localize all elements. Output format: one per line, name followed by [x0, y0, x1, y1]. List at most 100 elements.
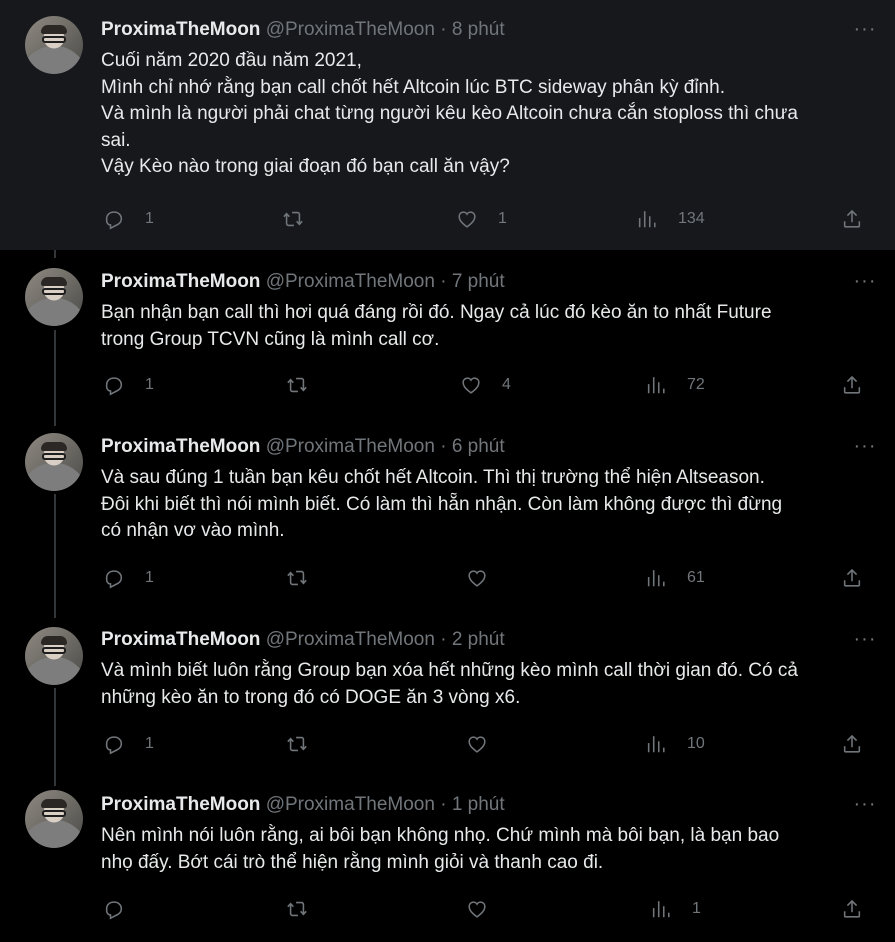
views-count: 10	[687, 735, 705, 752]
like-count: 4	[502, 376, 511, 393]
heart-icon	[466, 733, 488, 755]
views-chart-icon	[645, 374, 667, 396]
tweet-actions: 1 1 134	[0, 208, 895, 232]
avatar[interactable]	[25, 627, 83, 685]
views-button[interactable]: 1	[650, 898, 701, 920]
retweet-icon	[282, 208, 304, 230]
reply-icon	[103, 733, 125, 755]
more-dots-icon[interactable]: ···	[852, 436, 878, 459]
user-handle[interactable]: @ProximaTheMoon	[266, 271, 435, 292]
like-button[interactable]	[466, 898, 508, 920]
tweet-text: Và sau đúng 1 tuần bạn kêu chốt hết Altc…	[101, 465, 871, 545]
retweet-button[interactable]	[286, 733, 328, 755]
retweet-button[interactable]	[286, 567, 328, 589]
tweet[interactable]: ProximaTheMoon @ProximaTheMoon · 7 phút …	[0, 252, 895, 417]
display-name[interactable]: ProximaTheMoon	[101, 794, 260, 815]
tweet[interactable]: ProximaTheMoon @ProximaTheMoon · 2 phút …	[0, 611, 895, 776]
user-handle[interactable]: @ProximaTheMoon	[266, 794, 435, 815]
display-name[interactable]: ProximaTheMoon	[101, 271, 260, 292]
tweet[interactable]: ProximaTheMoon @ProximaTheMoon · 6 phút …	[0, 417, 895, 611]
views-button[interactable]: 134	[636, 208, 705, 230]
timestamp[interactable]: 8 phút	[452, 19, 505, 40]
views-button[interactable]: 61	[645, 567, 705, 589]
tweet-text-line: Và mình là người phải chat từng người kê…	[101, 103, 798, 124]
tweet-actions: 1	[0, 898, 895, 922]
like-button[interactable]: 1	[456, 208, 507, 230]
tweet-text-line: Bạn nhận bạn call thì hơi quá đáng rồi đ…	[101, 302, 772, 323]
reply-icon	[103, 208, 125, 230]
timestamp[interactable]: 6 phút	[452, 436, 505, 457]
reply-button[interactable]: 1	[103, 208, 154, 230]
reply-button[interactable]: 1	[103, 374, 154, 396]
retweet-button[interactable]	[286, 898, 328, 920]
display-name[interactable]: ProximaTheMoon	[101, 19, 260, 40]
user-handle[interactable]: @ProximaTheMoon	[266, 629, 435, 650]
reply-icon	[103, 567, 125, 589]
tweet-text-line: Mình chỉ nhớ rằng bạn call chốt hết Altc…	[101, 76, 725, 98]
like-count: 1	[498, 210, 507, 227]
share-icon	[841, 374, 863, 396]
tweet-text-line: Và mình biết luôn rằng Group bạn xóa hết…	[101, 660, 798, 681]
views-chart-icon	[650, 898, 672, 920]
tweet-text: Bạn nhận bạn call thì hơi quá đáng rồi đ…	[101, 300, 871, 353]
retweet-icon	[286, 374, 308, 396]
tweet-actions: 1 10	[0, 733, 895, 757]
reply-icon	[103, 898, 125, 920]
share-button[interactable]	[841, 733, 863, 755]
tweet-header: ProximaTheMoon @ProximaTheMoon · 8 phút	[101, 19, 505, 41]
retweet-button[interactable]	[282, 208, 324, 230]
reply-icon	[103, 374, 125, 396]
tweet-text-line: Vậy Kèo nào trong giai đoạn đó bạn call …	[101, 156, 510, 177]
timestamp[interactable]: 1 phút	[452, 794, 505, 815]
like-button[interactable]: 4	[460, 374, 511, 396]
display-name[interactable]: ProximaTheMoon	[101, 436, 260, 457]
timestamp[interactable]: 7 phút	[452, 271, 505, 292]
tweet-text-line: trong Group TCVN cũng là mình call cơ.	[101, 328, 440, 350]
avatar[interactable]	[25, 433, 83, 491]
tweet[interactable]: ProximaTheMoon @ProximaTheMoon · 1 phút …	[0, 776, 895, 942]
like-button[interactable]	[466, 733, 508, 755]
heart-icon	[456, 208, 478, 230]
display-name[interactable]: ProximaTheMoon	[101, 629, 260, 650]
avatar[interactable]	[25, 790, 83, 848]
separator: ·	[440, 794, 447, 815]
tweet-text-line: những kèo ăn to trong đó có DOGE ăn 3 vò…	[101, 686, 521, 708]
user-handle[interactable]: @ProximaTheMoon	[266, 436, 435, 457]
tweet-text: Nên mình nói luôn rằng, ai bôi bạn không…	[101, 823, 871, 876]
separator: ·	[440, 271, 447, 292]
more-dots-icon[interactable]: ···	[852, 794, 878, 817]
like-button[interactable]	[466, 567, 508, 589]
user-handle[interactable]: @ProximaTheMoon	[266, 19, 435, 40]
share-button[interactable]	[841, 374, 863, 396]
views-button[interactable]: 72	[645, 374, 705, 396]
share-icon	[841, 733, 863, 755]
more-dots-icon[interactable]: ···	[852, 19, 878, 42]
reply-button[interactable]: 1	[103, 567, 154, 589]
views-count: 72	[687, 376, 705, 393]
avatar[interactable]	[25, 268, 83, 326]
tweet-header: ProximaTheMoon @ProximaTheMoon · 1 phút	[101, 794, 505, 816]
reply-count: 1	[145, 569, 154, 586]
tweet-text-line: có nhận vơ vào mình.	[101, 520, 285, 541]
views-count: 1	[692, 900, 701, 917]
retweet-button[interactable]	[286, 374, 328, 396]
reply-count: 1	[145, 376, 154, 393]
share-icon	[841, 567, 863, 589]
share-button[interactable]	[841, 208, 863, 230]
reply-button[interactable]	[103, 898, 145, 920]
retweet-icon	[286, 898, 308, 920]
tweet-text: Cuối năm 2020 đầu năm 2021, Mình chỉ nhớ…	[101, 48, 871, 181]
views-button[interactable]: 10	[645, 733, 705, 755]
more-dots-icon[interactable]: ···	[852, 271, 878, 294]
retweet-icon	[286, 733, 308, 755]
share-button[interactable]	[841, 567, 863, 589]
reply-button[interactable]: 1	[103, 733, 154, 755]
heart-icon	[466, 898, 488, 920]
share-button[interactable]	[841, 898, 863, 920]
more-dots-icon[interactable]: ···	[852, 629, 878, 652]
reply-count: 1	[145, 735, 154, 752]
separator: ·	[440, 436, 447, 457]
tweet[interactable]: ProximaTheMoon @ProximaTheMoon · 8 phút …	[0, 0, 895, 250]
timestamp[interactable]: 2 phút	[452, 629, 505, 650]
avatar[interactable]	[25, 16, 83, 74]
